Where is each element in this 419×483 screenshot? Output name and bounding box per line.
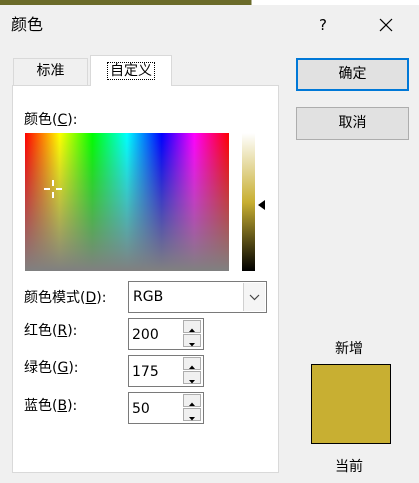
green-value[interactable]: 175 <box>132 363 159 381</box>
red-label-suffix: ): <box>67 323 78 339</box>
red-label: 红色(R): <box>24 322 77 340</box>
color-label-key: C <box>57 112 68 128</box>
color-mode-value: RGB <box>133 289 164 305</box>
red-spinner[interactable]: 200 <box>128 318 204 350</box>
dropdown-button[interactable] <box>243 283 265 311</box>
tab-custom-label: 自定义 <box>107 62 155 80</box>
green-spinner[interactable]: 175 <box>128 355 204 387</box>
color-label-text: 颜色( <box>24 112 58 128</box>
help-button[interactable]: ? <box>303 10 343 40</box>
new-color-label: 新增 <box>335 341 363 357</box>
color-spectrum[interactable] <box>25 133 229 271</box>
color-mode-label-suffix: ): <box>96 290 107 306</box>
color-label: 颜色(C): <box>24 111 77 129</box>
crosshair-icon[interactable] <box>44 180 62 198</box>
color-preview-swatch <box>311 364 391 444</box>
ok-button[interactable]: 确定 <box>296 58 409 91</box>
color-mode-label-key: D <box>85 290 97 306</box>
cancel-button[interactable]: 取消 <box>296 107 409 140</box>
dialog-title: 颜色 <box>11 15 44 34</box>
red-value[interactable]: 200 <box>132 326 159 344</box>
green-label-text: 绿色( <box>24 360 58 376</box>
color-mode-label: 颜色模式(D): <box>24 289 106 307</box>
green-label: 绿色(G): <box>24 359 79 377</box>
red-down-button[interactable] <box>183 334 201 347</box>
red-up-button[interactable] <box>183 320 201 333</box>
red-label-text: 红色( <box>24 323 58 339</box>
green-label-key: G <box>57 360 69 376</box>
blue-label-text: 蓝色( <box>24 398 58 414</box>
close-icon <box>379 18 393 32</box>
luminosity-arrow-icon[interactable] <box>258 200 265 210</box>
green-label-suffix: ): <box>68 360 79 376</box>
blue-down-button[interactable] <box>183 408 201 421</box>
blue-value[interactable]: 50 <box>132 400 150 418</box>
green-down-button[interactable] <box>183 371 201 384</box>
tab-standard[interactable]: 标准 <box>13 58 88 85</box>
triangle-down-icon <box>189 343 195 347</box>
title-bar: 颜色 ? <box>0 5 419 45</box>
blue-label-key: B <box>57 398 68 414</box>
current-color-label: 当前 <box>335 459 363 475</box>
red-label-key: R <box>57 323 68 339</box>
green-up-button[interactable] <box>183 357 201 370</box>
blue-up-button[interactable] <box>183 394 201 407</box>
blue-spinner[interactable]: 50 <box>128 392 204 424</box>
triangle-down-icon <box>189 380 195 384</box>
close-button[interactable] <box>366 10 406 40</box>
triangle-down-icon <box>189 417 195 421</box>
chevron-down-icon <box>249 294 260 301</box>
luminosity-slider[interactable] <box>242 133 255 271</box>
blue-label: 蓝色(B): <box>24 397 77 415</box>
blue-label-suffix: ): <box>67 398 78 414</box>
tab-custom[interactable]: 自定义 <box>90 55 172 86</box>
color-mode-label-text: 颜色模式( <box>24 290 86 306</box>
color-label-suffix: ): <box>67 112 78 128</box>
color-mode-select[interactable]: RGB <box>128 281 267 313</box>
